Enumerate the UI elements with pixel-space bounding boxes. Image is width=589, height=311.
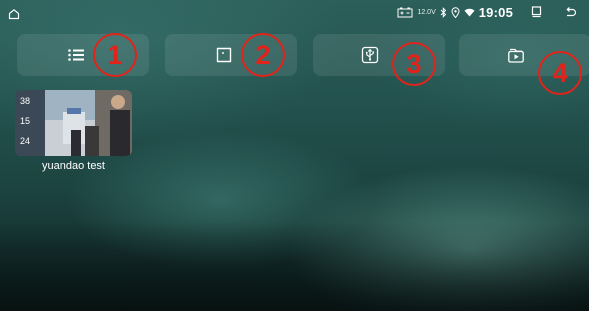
list-icon — [67, 46, 85, 64]
voltage-readout: 12.0V — [417, 8, 436, 16]
thumb-text-3: 24 — [20, 136, 30, 146]
usb-icon — [361, 46, 379, 64]
thumb-text-2: 15 — [20, 116, 30, 126]
video-thumbnail: 38 15 24 — [15, 90, 132, 156]
status-indicators: 12.0V 19:05 — [397, 4, 577, 20]
recent-apps-icon[interactable] — [531, 6, 542, 18]
clock: 19:05 — [478, 4, 513, 20]
video-title: yuandao test — [42, 160, 105, 172]
home-icon[interactable] — [8, 7, 20, 20]
location-pin-icon — [451, 6, 460, 18]
annotation-marker-2: 2 — [241, 33, 285, 77]
back-arrow-icon[interactable] — [564, 6, 577, 18]
annotation-marker-4: 4 — [538, 51, 582, 95]
car-battery-icon — [397, 7, 413, 18]
bluetooth-icon — [440, 6, 447, 18]
video-folder-icon — [507, 46, 525, 64]
annotation-marker-3: 3 — [392, 42, 436, 86]
annotation-marker-1: 1 — [93, 33, 137, 77]
wifi-icon — [464, 8, 475, 17]
video-item[interactable]: 38 15 24 yuandao test — [15, 90, 132, 174]
sd-card-icon — [215, 46, 233, 64]
thumb-text-1: 38 — [20, 96, 30, 106]
video-player-screen: 12.0V 19:05 1 2 3 4 38 15 24 yuandao tes… — [0, 0, 589, 311]
status-bar: 12.0V 19:05 — [0, 0, 589, 24]
